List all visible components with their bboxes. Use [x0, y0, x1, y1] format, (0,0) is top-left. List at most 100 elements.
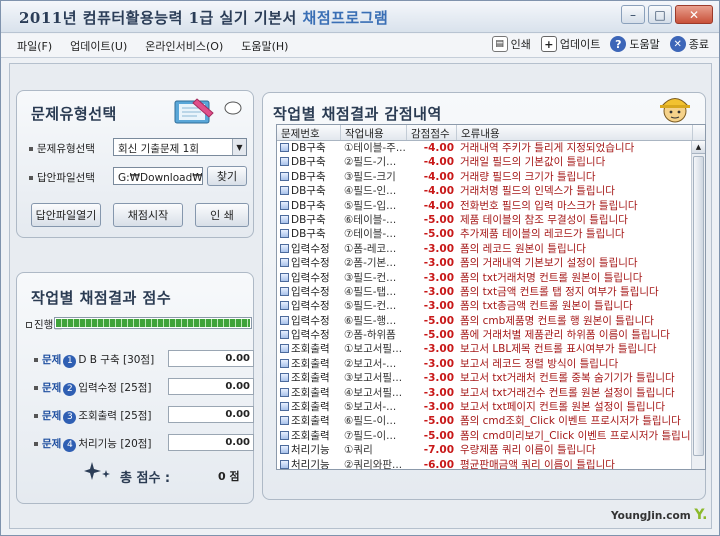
document-icon	[280, 171, 289, 181]
score-row-input: 문제 2 입력수정 [25점] 0.00	[34, 378, 254, 396]
document-icon	[280, 286, 289, 296]
close-button[interactable]: ✕	[675, 5, 713, 24]
problem-cell: 입력수정	[277, 299, 341, 313]
category-name: 조회출력	[78, 410, 117, 422]
problem-cell-text: DB구축	[291, 213, 326, 226]
work-cell: ④필드-탭...	[341, 285, 407, 299]
maximize-button[interactable]: □	[648, 5, 672, 24]
table-row[interactable]: 입력수정 ⑦폼-하위폼 -5.00 폼에 거래처별 제품관리 하위폼 이름이 틀립니다	[277, 328, 705, 342]
error-cell: 평균판매금액 쿼리 이름이 틀립니다	[457, 458, 693, 469]
number-badge-icon: 1	[63, 354, 77, 368]
deduction-cell: -5.00	[407, 227, 457, 241]
score-row-query: 문제 3 조회출력 [25점] 0.00	[34, 406, 254, 424]
results-table[interactable]: 문제번호 작업내용 감점점수 오류내용 DB구축 ①테이블-주... -4.00 거래…	[276, 124, 706, 470]
table-row[interactable]: 입력수정 ③필드-컨... -3.00 폼의 txt거래처명 컨트롤 원본이 틀립니다	[277, 271, 705, 285]
table-row[interactable]: DB구축 ①테이블-주... -4.00 거래내역 주키가 틀리게 지정되었습니다	[277, 141, 705, 155]
table-row[interactable]: DB구축 ④필드-인... -4.00 거래처명 필드의 인덱스가 틀립니다	[277, 184, 705, 198]
help-tool-label: 도움말	[629, 38, 660, 51]
total-score-label: 총 점수 :	[120, 471, 171, 486]
menu-file[interactable]: 파일(F)	[17, 38, 52, 54]
answer-file-label-text: 답안파일선택	[37, 172, 95, 184]
document-icon	[280, 200, 289, 210]
brand-name: YoungJin.com	[611, 510, 691, 522]
work-cell: ④필드-인...	[341, 184, 407, 198]
deduction-cell-text: -3.00	[423, 271, 454, 284]
table-row[interactable]: 입력수정 ①폼-레코... -3.00 폼의 레코드 원본이 틀립니다	[277, 242, 705, 256]
work-cell: ②쿼리와판...	[341, 458, 407, 469]
scroll-up-icon[interactable]: ▲	[692, 141, 705, 154]
work-cell-text: ④보고서필...	[344, 386, 403, 399]
print-tool-label: 인쇄	[510, 38, 531, 51]
chevron-down-icon[interactable]: ▼	[232, 139, 246, 155]
column-header[interactable]: 감점점수	[407, 125, 457, 140]
update-tool-button[interactable]: + 업데이트	[540, 36, 600, 52]
error-cell-text: 폼의 txt거래처명 컨트롤 원본이 틀립니다	[460, 271, 643, 284]
menu-update[interactable]: 업데이트(U)	[70, 38, 127, 54]
table-row[interactable]: 입력수정 ④필드-탭... -3.00 폼의 txt금액 컨트롤 탭 정지 여부가 틀…	[277, 285, 705, 299]
problem-word: 문제	[42, 354, 62, 366]
menu-help[interactable]: 도움말(H)	[241, 38, 288, 54]
problem-cell-text: DB구축	[291, 170, 326, 183]
table-row[interactable]: DB구축 ⑦테이블-... -5.00 추가제품 테이블의 레코드가 틀립니다	[277, 227, 705, 241]
work-cell: ①보고서필...	[341, 342, 407, 356]
table-row[interactable]: 입력수정 ②폼-기본... -3.00 폼의 거래내역 기본보기 설정이 틀립니다	[277, 256, 705, 270]
column-header[interactable]: 오류내용	[457, 125, 693, 140]
problem-word: 문제	[42, 410, 62, 422]
table-row[interactable]: 조회출력 ⑦필드-이... -5.00 폼의 cmd미리보기_Click 이벤트 프로…	[277, 429, 705, 443]
problem-cell-text: 처리기능	[291, 444, 330, 457]
scroll-thumb[interactable]	[693, 156, 704, 456]
table-row[interactable]: DB구축 ⑤필드-입... -4.00 전화번호 필드의 입력 마스크가 틀립니다	[277, 199, 705, 213]
work-cell-text: ⑦폼-하위폼	[344, 329, 396, 342]
document-icon	[280, 459, 289, 469]
table-row[interactable]: 입력수정 ⑤필드-컨... -3.00 폼의 txt총금액 컨트롤 원본이 틀립니다	[277, 299, 705, 313]
table-row[interactable]: 조회출력 ⑥필드-이... -5.00 폼의 cmd조회_Click 이벤트 프로시저…	[277, 414, 705, 428]
table-row[interactable]: 입력수정 ⑥필드-행... -5.00 폼의 cmb제품명 컨트롤 행 원본이 틀립니…	[277, 314, 705, 328]
column-header[interactable]: 작업내용	[341, 125, 407, 140]
problem-cell-text: 입력수정	[291, 271, 330, 284]
minimize-button[interactable]: –	[621, 5, 645, 24]
main-content: 문제유형선택 문제유형선택 회신 기출문제 1회 ▼ 답안파일선택 G:₩Dow…	[9, 63, 712, 529]
problem-cell: 조회출력	[277, 414, 341, 428]
table-row[interactable]: 조회출력 ③보고서필... -3.00 보고서 txt거래처 컨트롤 중복 숨기기가 …	[277, 371, 705, 385]
deduction-cell-text: -5.00	[423, 329, 454, 342]
deduction-cell: -3.00	[407, 386, 457, 400]
work-cell-text: ⑦필드-이...	[344, 429, 397, 442]
work-cell: ⑦폼-하위폼	[341, 328, 407, 342]
table-row[interactable]: 조회출력 ⑤보고서-... -3.00 보고서 txt페이지 컨트롤 원본 설정이 틀…	[277, 400, 705, 414]
table-row[interactable]: 처리기능 ①쿼리 -7.00 우량제품 쿼리 이름이 틀립니다	[277, 443, 705, 457]
error-cell-text: 추가제품 테이블의 레코드가 틀립니다	[460, 228, 625, 241]
results-scrollbar[interactable]: ▲	[691, 141, 705, 469]
table-row[interactable]: 조회출력 ①보고서필... -3.00 보고서 LBL제목 컨트롤 표시여부가 틀립니…	[277, 342, 705, 356]
column-header[interactable]: 문제번호	[277, 125, 341, 140]
error-cell-text: 거래량 필드의 크기가 틀립니다	[460, 170, 596, 183]
help-tool-button[interactable]: ? 도움말	[610, 36, 660, 52]
deduction-cell: -5.00	[407, 429, 457, 443]
problem-select-heading: 문제유형선택	[31, 105, 117, 123]
find-file-button[interactable]: 찾기	[207, 166, 247, 186]
table-row[interactable]: DB구축 ⑥테이블-... -5.00 제품 테이블의 참조 무결성이 틀립니다	[277, 213, 705, 227]
category-label: 문제 2 입력수정 [25점]	[34, 380, 152, 396]
work-cell-text: ①쿼리	[344, 444, 373, 457]
answer-file-field[interactable]: G:₩Download₩회신	[113, 167, 203, 185]
table-row[interactable]: 조회출력 ②보고서-... -3.00 보고서 레코드 정렬 방식이 틀립니다	[277, 357, 705, 371]
problem-cell: 조회출력	[277, 371, 341, 385]
menu-online[interactable]: 온라인서비스(O)	[145, 38, 223, 54]
print-tool-button[interactable]: ▤ 인쇄	[491, 36, 531, 52]
table-row[interactable]: DB구축 ③필드-크기 -4.00 거래량 필드의 크기가 틀립니다	[277, 170, 705, 184]
table-row[interactable]: 조회출력 ④보고서필... -3.00 보고서 txt거래건수 컨트롤 원본 설정이 …	[277, 386, 705, 400]
deduction-cell: -5.00	[407, 213, 457, 227]
problem-type-select[interactable]: 회신 기출문제 1회 ▼	[113, 138, 247, 156]
error-cell-text: 보고서 LBL제목 컨트롤 표시여부가 틀립니다	[460, 343, 657, 356]
error-cell: 제품 테이블의 참조 무결성이 틀립니다	[457, 213, 693, 227]
error-cell: 폼의 거래내역 기본보기 설정이 틀립니다	[457, 256, 693, 270]
deduction-cell: -7.00	[407, 443, 457, 457]
print-button[interactable]: 인 쇄	[195, 203, 249, 227]
problem-cell: DB구축	[277, 141, 341, 155]
open-answer-button[interactable]: 답안파일열기	[31, 203, 101, 227]
exit-tool-button[interactable]: ✕ 종료	[669, 36, 709, 52]
table-row[interactable]: DB구축 ②필드-기... -4.00 거래일 필드의 기본값이 틀립니다	[277, 155, 705, 169]
table-row[interactable]: 처리기능 ②쿼리와판... -6.00 평균판매금액 쿼리 이름이 틀립니다	[277, 458, 705, 469]
start-grading-button[interactable]: 채점시작	[113, 203, 183, 227]
problem-type-label-text: 문제유형선택	[37, 143, 95, 155]
document-icon	[280, 430, 289, 440]
